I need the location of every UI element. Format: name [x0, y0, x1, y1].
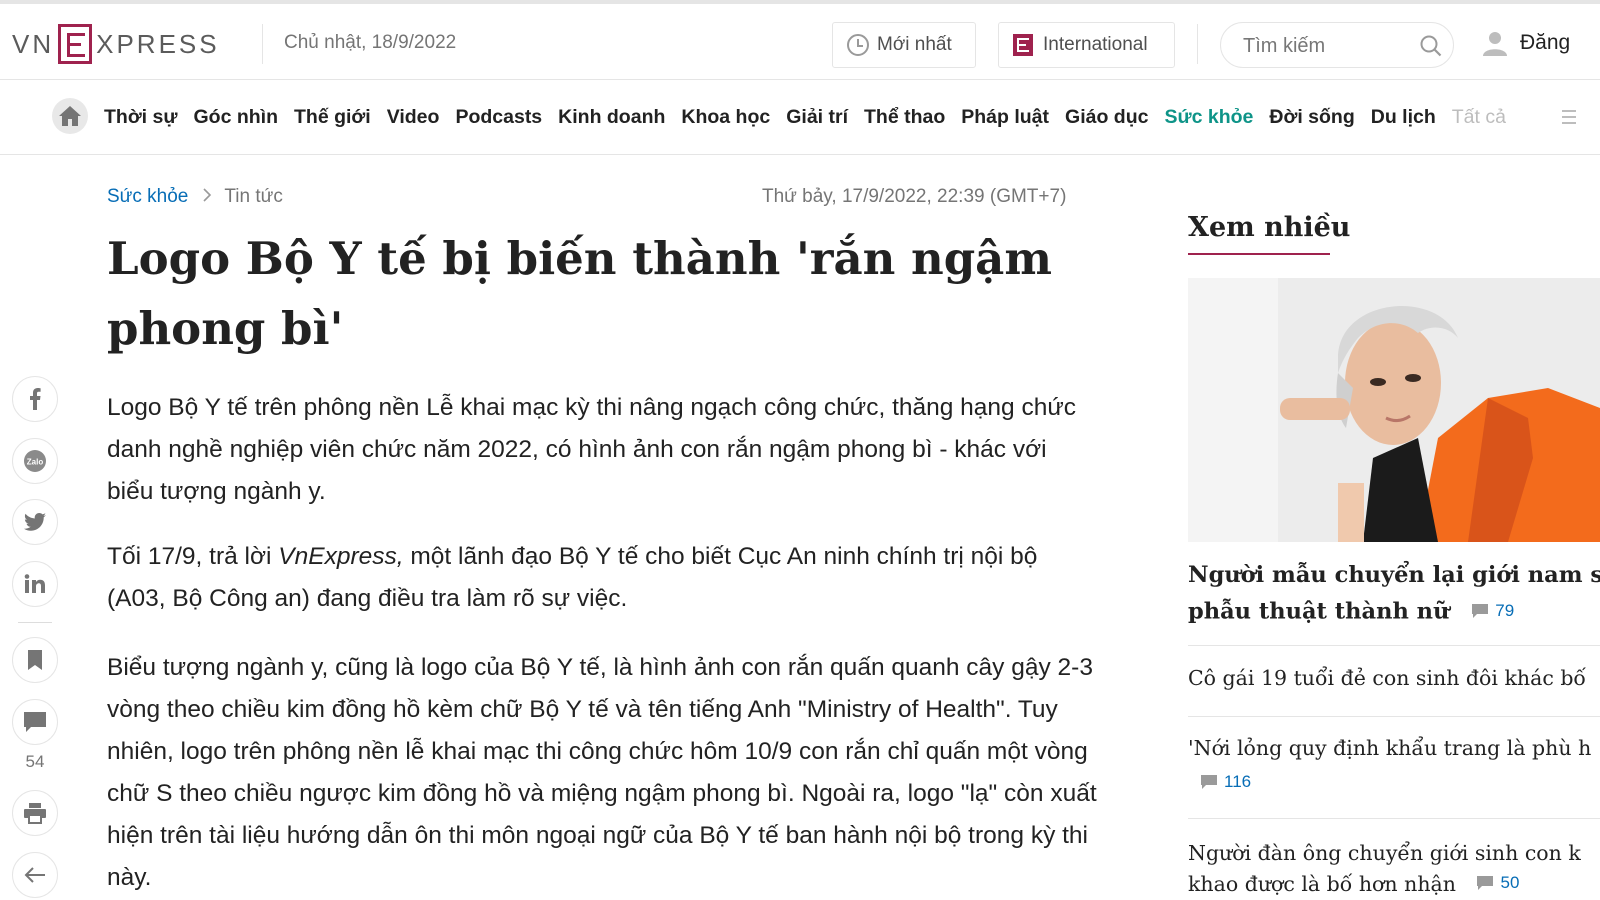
international-label: International — [1043, 34, 1148, 55]
p1-source-name: VnExpress, — [278, 543, 404, 570]
current-date: Chủ nhật, 18/9/2022 — [284, 32, 457, 53]
linkedin-icon[interactable] — [12, 561, 58, 607]
most-viewed-item-3[interactable]: 'Nới lỏng quy định khẩu trang là phù h — [1188, 736, 1591, 760]
svg-text:Zalo: Zalo — [27, 458, 44, 467]
search-input[interactable] — [1241, 33, 1415, 59]
login-link[interactable]: Đăng — [1482, 30, 1570, 56]
main-nav: Thời sự Góc nhìn Thế giới Video Podcasts… — [0, 81, 1600, 155]
search-icon[interactable] — [1420, 35, 1442, 57]
twitter-icon[interactable] — [12, 499, 58, 545]
p1-text-start: Tối 17/9, trả lời — [107, 543, 279, 570]
nav-item-goc-nhin[interactable]: Góc nhìn — [194, 106, 279, 129]
item-4-comment-count: 50 — [1500, 873, 1520, 892]
comment-count: 54 — [25, 752, 45, 771]
vnexpress-logo[interactable]: VN XPRESS — [12, 22, 220, 66]
breadcrumb-subcategory[interactable]: Tin tức — [224, 186, 282, 208]
nav-item-phap-luat[interactable]: Pháp luật — [961, 106, 1049, 129]
item-1-comment-count: 79 — [1495, 601, 1515, 620]
item-1-title-line1: Người mẫu chuyển lại giới nam sau — [1188, 562, 1600, 588]
item-4-title-line1: Người đàn ông chuyển giới sinh con k — [1188, 841, 1581, 865]
article-title: Logo Bộ Y tế bị biến thành 'rắn ngậm pho… — [107, 232, 1052, 355]
facebook-icon[interactable] — [12, 376, 58, 422]
nav-item-giao-duc[interactable]: Giáo dục — [1065, 106, 1148, 129]
divider — [1188, 645, 1600, 646]
home-icon[interactable] — [52, 98, 88, 134]
clock-icon — [847, 34, 869, 56]
logo-express-text: XPRESS — [96, 28, 220, 59]
publish-time: Thứ bảy, 17/9/2022, 22:39 (GMT+7) — [762, 186, 1067, 207]
print-icon[interactable] — [12, 790, 58, 836]
login-label: Đăng — [1520, 31, 1571, 54]
share-divider — [18, 622, 52, 623]
nav-item-giai-tri[interactable]: Giải trí — [786, 106, 848, 129]
item-1-title-line2-text: phẫu thuật thành nữ — [1188, 598, 1450, 625]
divider — [1197, 24, 1198, 64]
nav-menu: Thời sự Góc nhìn Thế giới Video Podcasts… — [104, 106, 1506, 129]
top-bar: VN XPRESS Chủ nhật, 18/9/2022 Mới nhất I… — [0, 0, 1600, 80]
nav-item-kinh-doanh[interactable]: Kinh doanh — [558, 106, 665, 129]
article-paragraph-2: Biểu tượng ngành y, cũng là logo của Bộ … — [107, 654, 1097, 891]
comment-bubble-icon — [1201, 775, 1217, 789]
most-viewed-heading: Xem nhiều — [1188, 212, 1351, 243]
item-3-comments[interactable]: 116 — [1200, 772, 1251, 792]
breadcrumb-category[interactable]: Sức khỏe — [107, 186, 188, 208]
menu-icon[interactable] — [1562, 109, 1576, 125]
nav-item-video[interactable]: Video — [387, 106, 440, 129]
nav-item-podcasts[interactable]: Podcasts — [455, 106, 542, 129]
most-viewed-item-4[interactable]: Người đàn ông chuyển giới sinh con k kha… — [1188, 838, 1581, 899]
comment-bubble-icon — [1472, 603, 1489, 618]
user-icon — [1482, 30, 1508, 56]
item-4-title-line2: khao được là bố hơn nhận 50 — [1188, 868, 1581, 899]
international-e-icon — [1013, 34, 1033, 56]
comment-bubble-icon — [1477, 876, 1494, 890]
logo-e-mark — [58, 24, 93, 64]
nav-item-all[interactable]: Tất cả — [1452, 106, 1506, 129]
article-lead: Logo Bộ Y tế trên phông nền Lễ khai mạc … — [107, 394, 1077, 505]
article-paragraph-1: Tối 17/9, trả lời VnExpress, một lãnh đạ… — [107, 536, 1097, 620]
nav-item-du-lich[interactable]: Du lịch — [1371, 106, 1436, 129]
zalo-icon[interactable]: Zalo — [12, 438, 58, 484]
nav-item-khoa-hoc[interactable]: Khoa học — [681, 106, 770, 129]
nav-item-thoi-su[interactable]: Thời sự — [104, 106, 178, 129]
nav-item-suc-khoe[interactable]: Sức khỏe — [1164, 106, 1253, 129]
nav-item-the-thao[interactable]: Thể thao — [864, 106, 945, 129]
comment-icon[interactable] — [12, 699, 58, 745]
bookmark-icon[interactable] — [12, 637, 58, 683]
item-1-comments[interactable]: 79 — [1471, 593, 1514, 628]
divider — [1188, 818, 1600, 819]
item-4-title-line2-text: khao được là bố hơn nhận — [1188, 872, 1456, 896]
most-viewed-item-2[interactable]: Cô gái 19 tuổi đẻ con sinh đôi khác bố — [1188, 666, 1586, 690]
nav-item-the-gioi[interactable]: Thế giới — [294, 106, 371, 129]
item-4-comments[interactable]: 50 — [1476, 868, 1519, 898]
latest-news-button[interactable]: Mới nhất — [832, 22, 976, 68]
most-viewed-item-1[interactable]: Người mẫu chuyển lại giới nam sau phẫu t… — [1188, 558, 1600, 630]
divider — [1188, 716, 1600, 717]
logo-vn-text: VN — [12, 28, 55, 59]
divider — [262, 24, 263, 64]
item-3-comment-count: 116 — [1224, 772, 1252, 791]
latest-news-label: Mới nhất — [877, 34, 952, 55]
breadcrumb: Sức khỏe Tin tức — [107, 186, 283, 208]
item-1-title-line2: phẫu thuật thành nữ 79 — [1188, 593, 1600, 630]
nav-item-doi-song[interactable]: Đời sống — [1269, 106, 1354, 129]
international-button[interactable]: International — [998, 22, 1175, 68]
most-viewed-thumbnail[interactable] — [1188, 278, 1600, 542]
chevron-right-icon — [202, 186, 212, 208]
search-box — [1220, 22, 1454, 68]
back-arrow-icon[interactable] — [12, 852, 58, 898]
heading-underline — [1188, 253, 1330, 255]
